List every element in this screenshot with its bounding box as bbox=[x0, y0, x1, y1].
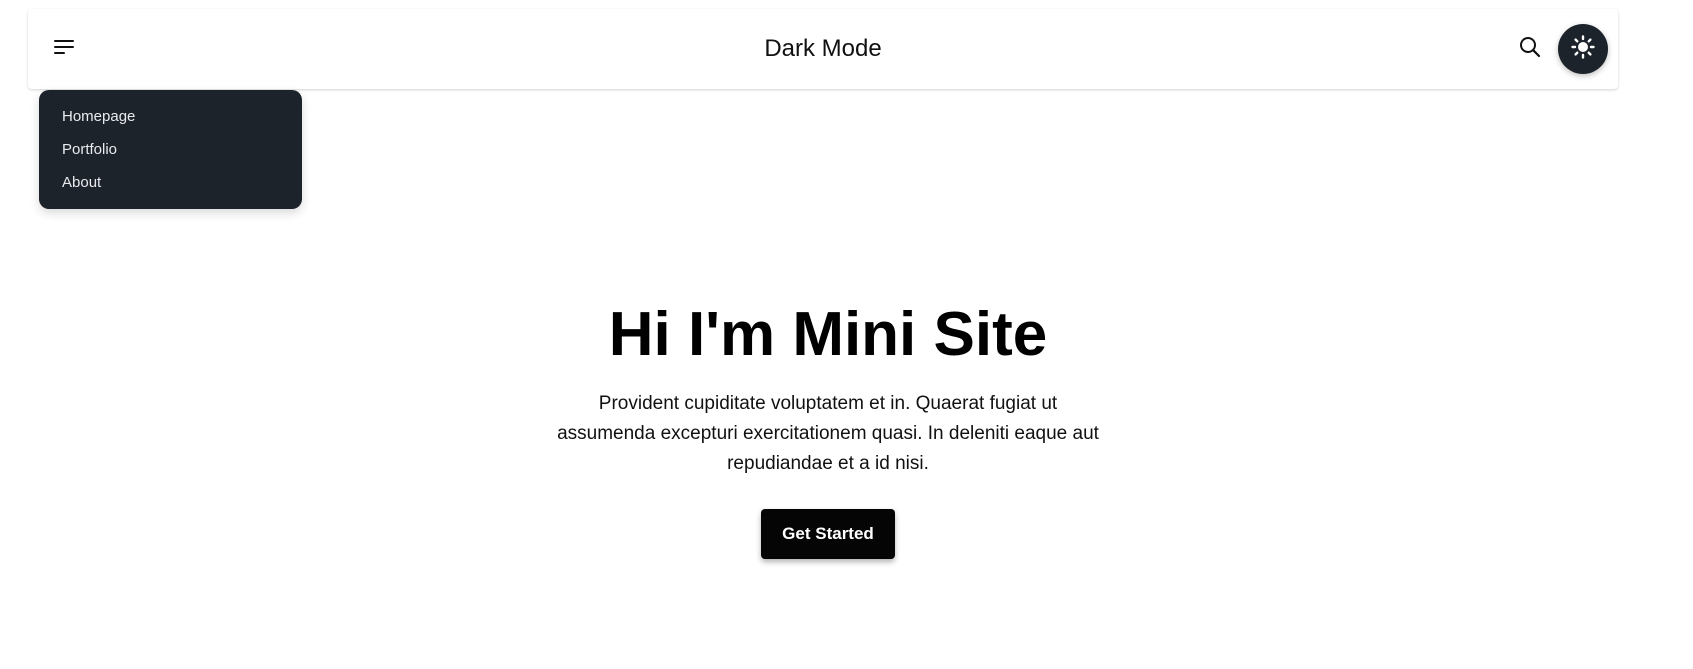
navbar: Dark Mode bbox=[28, 9, 1618, 89]
search-icon bbox=[1518, 35, 1542, 64]
brand-title[interactable]: Dark Mode bbox=[764, 9, 881, 89]
hamburger-menu-icon bbox=[53, 38, 75, 61]
search-button[interactable] bbox=[1510, 29, 1550, 69]
menu-item-homepage[interactable]: Homepage bbox=[47, 100, 294, 133]
hero-description: Provident cupiditate voluptatem et in. Q… bbox=[557, 393, 1099, 474]
menu-button[interactable] bbox=[44, 29, 84, 69]
get-started-button[interactable]: Get Started bbox=[761, 509, 895, 559]
menu-item-about[interactable]: About bbox=[47, 166, 294, 199]
menu-item-portfolio[interactable]: Portfolio bbox=[47, 133, 294, 166]
sun-icon bbox=[1571, 34, 1595, 64]
hero-title: Hi I'm Mini Site bbox=[608, 300, 1048, 369]
hero-section: Hi I'm Mini Site Provident cupiditate vo… bbox=[0, 295, 1656, 559]
theme-toggle-button[interactable] bbox=[1558, 24, 1608, 74]
nav-dropdown-menu: Homepage Portfolio About bbox=[39, 90, 302, 209]
